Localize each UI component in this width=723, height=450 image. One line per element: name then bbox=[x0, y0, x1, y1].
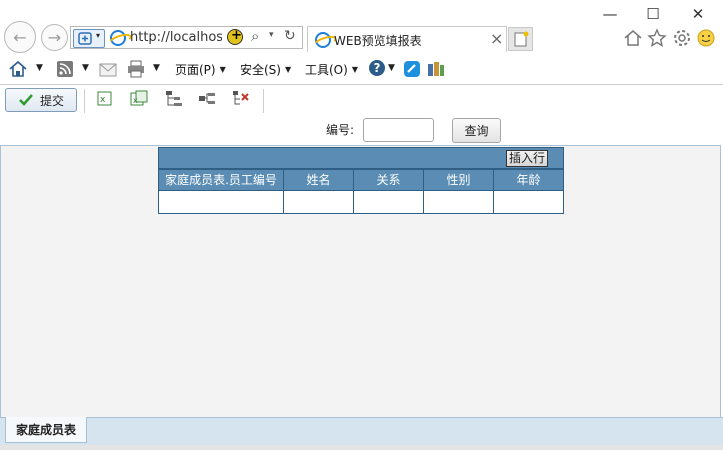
new-tab-button[interactable] bbox=[508, 27, 533, 51]
svg-text:x: x bbox=[100, 95, 106, 105]
home-icon[interactable] bbox=[623, 28, 643, 48]
forward-button[interactable]: → bbox=[41, 24, 68, 51]
forward-arrow-icon: → bbox=[47, 28, 62, 47]
compat-shield-icon bbox=[78, 32, 92, 45]
address-text[interactable]: http://localhost: bbox=[130, 30, 222, 45]
grid-toolbar: 插入行 bbox=[158, 147, 564, 169]
table-cell-relation[interactable] bbox=[353, 190, 424, 214]
checkmark-icon bbox=[19, 94, 33, 106]
column-header-age: 年龄 bbox=[493, 169, 564, 191]
tree-delete-icon[interactable] bbox=[232, 90, 250, 108]
search-icon[interactable]: ⌕ bbox=[251, 27, 259, 45]
toolbar-divider bbox=[263, 89, 264, 113]
column-header-employee-id: 家庭成员表.员工编号 bbox=[158, 169, 284, 191]
onenote-icon[interactable] bbox=[403, 60, 421, 78]
back-button[interactable]: ← bbox=[4, 21, 36, 53]
maximize-button[interactable]: ☐ bbox=[643, 4, 663, 24]
table-cell-gender[interactable] bbox=[423, 190, 494, 214]
back-arrow-icon: ← bbox=[13, 27, 27, 47]
help-icon: ? bbox=[373, 61, 381, 75]
search-dropdown-icon[interactable]: ▾ bbox=[269, 30, 274, 40]
tree-insert-icon[interactable] bbox=[165, 90, 183, 108]
caret-icon: ▼ bbox=[219, 64, 226, 74]
table-cell-employee-id[interactable] bbox=[158, 190, 284, 214]
favorites-star-icon[interactable] bbox=[647, 28, 667, 48]
tab-title: WEB预览填报表 bbox=[334, 34, 422, 48]
tab-close-icon[interactable]: × bbox=[490, 29, 503, 48]
rss-dropdown-icon[interactable]: ▼ bbox=[82, 63, 89, 73]
toolbar-separator bbox=[0, 84, 723, 85]
column-header-label: 年龄 bbox=[516, 173, 541, 187]
menu-tools[interactable]: 工具(O) ▼ bbox=[305, 58, 358, 80]
print-icon[interactable] bbox=[127, 60, 145, 78]
caret-icon: ▼ bbox=[351, 64, 358, 74]
feedback-smiley-icon[interactable] bbox=[696, 28, 716, 48]
help-dropdown-icon[interactable]: ▼ bbox=[388, 63, 395, 73]
column-header-label: 关系 bbox=[376, 173, 401, 187]
column-header-label: 性别 bbox=[446, 173, 471, 187]
id-label: 编号: bbox=[326, 123, 355, 137]
mail-icon[interactable] bbox=[99, 63, 117, 77]
home-command-icon[interactable] bbox=[9, 60, 27, 78]
svg-text:x: x bbox=[133, 96, 138, 105]
query-label: 查询 bbox=[464, 124, 489, 138]
sheet-tab-label: 家庭成员表 bbox=[16, 423, 77, 437]
rss-feed-icon[interactable] bbox=[57, 61, 73, 77]
addon-icon[interactable]: + bbox=[227, 28, 243, 45]
research-icon[interactable] bbox=[427, 60, 445, 78]
menu-page-label: 页面(P) bbox=[175, 62, 216, 77]
tree-child-icon[interactable] bbox=[198, 90, 216, 108]
caret-icon: ▼ bbox=[284, 64, 292, 74]
menu-safety-label: 安全(S) bbox=[240, 62, 281, 77]
tab-web-preview[interactable]: WEB预览填报表 × bbox=[307, 26, 507, 52]
id-input[interactable] bbox=[363, 118, 434, 142]
query-button[interactable]: 查询 bbox=[452, 118, 501, 143]
column-header-label: 家庭成员表.员工编号 bbox=[165, 173, 277, 187]
insert-row-label: 插入行 bbox=[508, 151, 545, 165]
ie-page-icon bbox=[110, 30, 126, 46]
submit-label: 提交 bbox=[39, 93, 64, 108]
close-button[interactable]: ✕ bbox=[688, 4, 708, 24]
new-tab-icon bbox=[514, 31, 529, 47]
ie-tab-icon bbox=[315, 32, 331, 48]
status-strip bbox=[0, 445, 723, 450]
column-header-name: 姓名 bbox=[283, 169, 354, 191]
column-header-label: 姓名 bbox=[306, 173, 331, 187]
menu-page[interactable]: 页面(P) ▼ bbox=[175, 58, 226, 80]
settings-gear-icon[interactable] bbox=[672, 28, 692, 48]
refresh-icon[interactable]: ↻ bbox=[284, 28, 296, 44]
home-dropdown-icon[interactable]: ▼ bbox=[36, 63, 43, 73]
compat-view-button[interactable]: ▾ bbox=[73, 29, 105, 48]
menu-safety[interactable]: 安全(S) ▼ bbox=[240, 58, 291, 80]
submit-button[interactable]: 提交 bbox=[5, 88, 77, 112]
compat-dropdown-icon: ▾ bbox=[96, 31, 101, 40]
minimize-button[interactable]: — bbox=[600, 4, 620, 24]
toolbar-divider bbox=[84, 89, 85, 113]
sheet-tab-bar bbox=[0, 417, 723, 445]
column-header-gender: 性别 bbox=[423, 169, 494, 191]
export-excel-icon[interactable]: x bbox=[96, 90, 114, 108]
address-bar[interactable]: ▾ http://localhost: + ⌕ ▾ ↻ bbox=[70, 26, 303, 49]
menu-tools-label: 工具(O) bbox=[305, 62, 348, 77]
table-cell-name[interactable] bbox=[283, 190, 354, 214]
sheet-tab-family-members[interactable]: 家庭成员表 bbox=[5, 417, 88, 443]
table-cell-age[interactable] bbox=[493, 190, 564, 214]
help-button[interactable]: ? bbox=[369, 60, 385, 76]
print-dropdown-icon[interactable]: ▼ bbox=[153, 63, 160, 73]
export-excel-multi-icon[interactable]: x bbox=[130, 90, 148, 108]
insert-row-button[interactable]: 插入行 bbox=[505, 150, 548, 167]
column-header-relation: 关系 bbox=[353, 169, 424, 191]
